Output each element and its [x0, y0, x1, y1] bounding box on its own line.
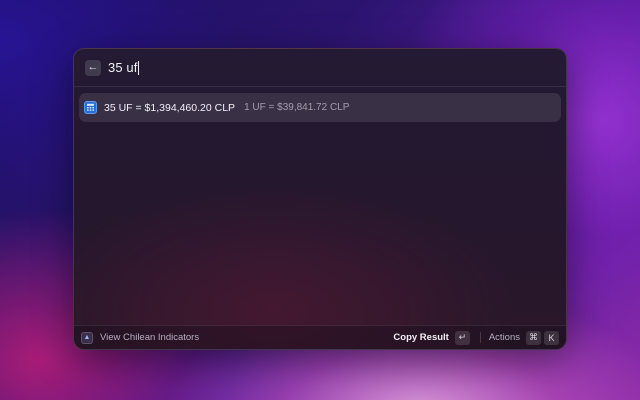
enter-key-hint: ↵: [454, 330, 470, 345]
footer-actions: Copy Result ↵ Actions ⌘ K: [393, 330, 559, 345]
footer-extension: ▲ View Chilean Indicators: [81, 331, 200, 344]
extension-icon: ▲: [81, 331, 93, 344]
footer-title: View Chilean Indicators: [100, 332, 200, 343]
command-key-hint: ⌘: [526, 330, 541, 345]
search-query: 35 uf: [108, 60, 138, 75]
launcher-window: ← 35 uf 35 UF = $1,394,460.20 CLP 1 UF =…: [73, 48, 567, 350]
copy-result-button[interactable]: Copy Result: [393, 332, 448, 343]
calculator-icon: [84, 101, 97, 114]
footer-divider: [479, 332, 481, 343]
result-subtitle: 1 UF = $39,841.72 CLP: [244, 102, 350, 113]
result-title: 35 UF = $1,394,460.20 CLP: [104, 101, 236, 114]
k-key-hint: K: [544, 330, 559, 345]
result-list: 35 UF = $1,394,460.20 CLP 1 UF = $39,841…: [79, 93, 561, 122]
search-bar: ← 35 uf: [74, 49, 566, 87]
action-bar: ▲ View Chilean Indicators Copy Result ↵ …: [74, 325, 566, 349]
search-input[interactable]: 35 uf: [108, 60, 140, 75]
back-button[interactable]: ←: [85, 59, 101, 76]
arrow-left-icon: ←: [87, 61, 99, 73]
result-row-selected[interactable]: 35 UF = $1,394,460.20 CLP 1 UF = $39,841…: [79, 93, 561, 122]
actions-button[interactable]: Actions: [489, 332, 520, 343]
text-caret: [138, 60, 140, 75]
